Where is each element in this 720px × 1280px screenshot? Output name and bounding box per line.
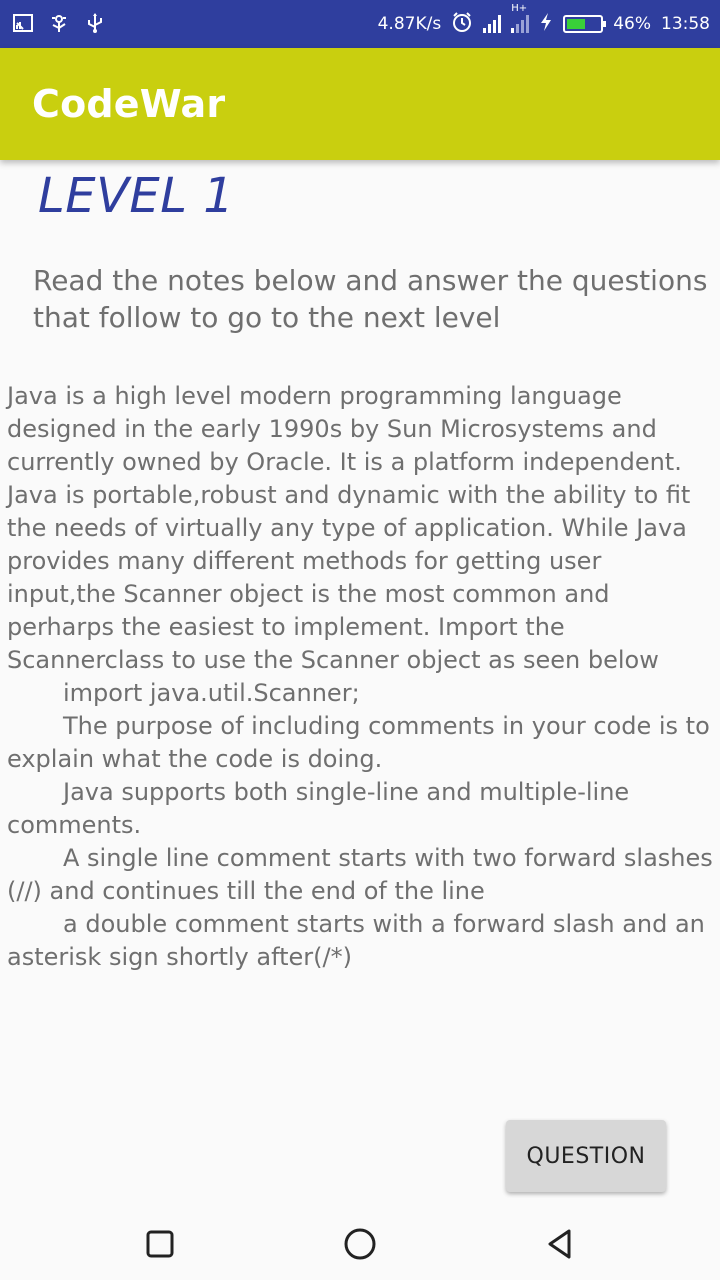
app-bar: CodeWar (0, 48, 720, 160)
back-triangle-icon[interactable] (540, 1224, 580, 1264)
status-bar: 4.87K/s H+ 46% 13:58 (0, 0, 720, 48)
network-speed: 4.87K/s (377, 14, 442, 34)
notes-paragraph: A single line comment starts with two fo… (7, 844, 713, 905)
level-title: LEVEL 1 (38, 168, 235, 224)
question-button[interactable]: QUESTION (506, 1120, 666, 1192)
home-circle-icon[interactable] (340, 1224, 380, 1264)
network-type: H+ (511, 3, 528, 14)
status-left-icons (12, 12, 106, 38)
nav-bar (0, 1206, 720, 1280)
alarm-icon (451, 11, 473, 38)
notes-paragraph: The purpose of including comments in you… (7, 712, 710, 773)
signal-icon (483, 15, 502, 33)
recents-square-icon[interactable] (140, 1224, 180, 1264)
battery-icon (563, 15, 607, 33)
app-title: CodeWar (32, 82, 226, 126)
notes-paragraph: a double comment starts with a forward s… (7, 910, 705, 971)
usb-icon (84, 12, 106, 38)
usb-debug-icon (48, 12, 70, 38)
notes-paragraph: Java supports both single-line and multi… (7, 778, 630, 839)
notes-paragraph: Java is a high level modern programming … (7, 382, 691, 674)
notes-code-line: import java.util.Scanner; (63, 679, 360, 707)
notes-text: Java is a high level modern programming … (7, 380, 713, 974)
clock: 13:58 (661, 14, 710, 34)
signal-icon: H+ (511, 3, 530, 33)
cast-icon (12, 12, 34, 38)
status-right: 4.87K/s H+ 46% 13:58 (378, 0, 710, 48)
instructions-text: Read the notes below and answer the ques… (33, 264, 708, 334)
battery-percent: 46% (613, 14, 651, 34)
charging-icon (539, 12, 553, 37)
